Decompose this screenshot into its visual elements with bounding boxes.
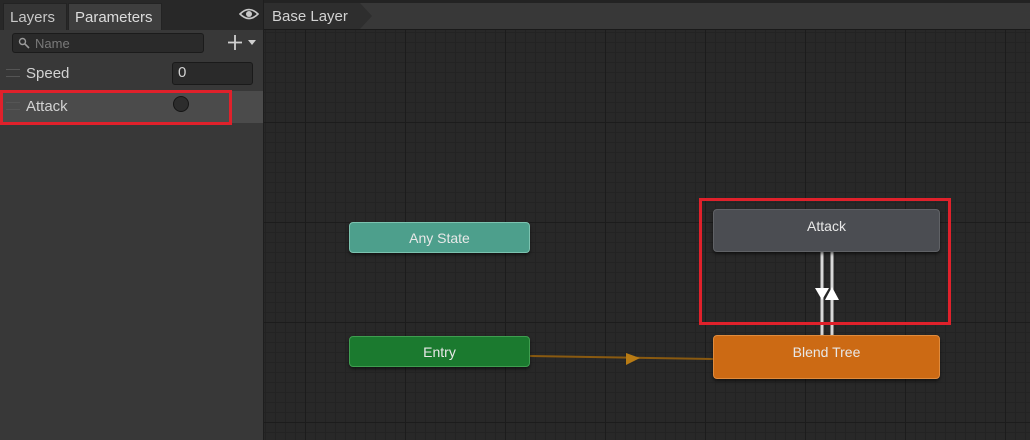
search-icon	[18, 37, 30, 49]
parameter-row-speed[interactable]: Speed 0	[0, 58, 263, 90]
top-strip	[264, 0, 1030, 3]
parameters-panel: Layers Parameters Speed 0 Attac	[0, 0, 264, 440]
tab-parameters[interactable]: Parameters	[68, 3, 162, 30]
search-box[interactable]	[12, 33, 204, 53]
highlight-box-attack-state	[699, 198, 951, 325]
tab-layers[interactable]: Layers	[3, 3, 67, 30]
eye-icon[interactable]	[239, 6, 259, 22]
panel-tab-bar: Layers Parameters	[0, 0, 263, 31]
state-node-blend-tree[interactable]: Blend Tree	[713, 335, 940, 379]
parameter-name: Speed	[26, 65, 70, 82]
chevron-down-icon	[248, 40, 256, 45]
state-node-entry[interactable]: Entry	[349, 336, 530, 367]
breadcrumb-layer-label: Base Layer	[272, 8, 348, 25]
highlight-box-attack-parameter	[0, 90, 232, 125]
plus-icon	[228, 35, 242, 50]
breadcrumb[interactable]: Base Layer	[264, 3, 372, 29]
state-node-any-state[interactable]: Any State	[349, 222, 530, 253]
search-row	[0, 30, 263, 56]
drag-handle-icon[interactable]	[6, 69, 20, 77]
add-parameter-button[interactable]	[226, 33, 260, 53]
speed-value-field[interactable]: 0	[172, 62, 253, 85]
search-input[interactable]	[35, 34, 195, 52]
breadcrumb-bar: Base Layer	[264, 0, 1030, 30]
